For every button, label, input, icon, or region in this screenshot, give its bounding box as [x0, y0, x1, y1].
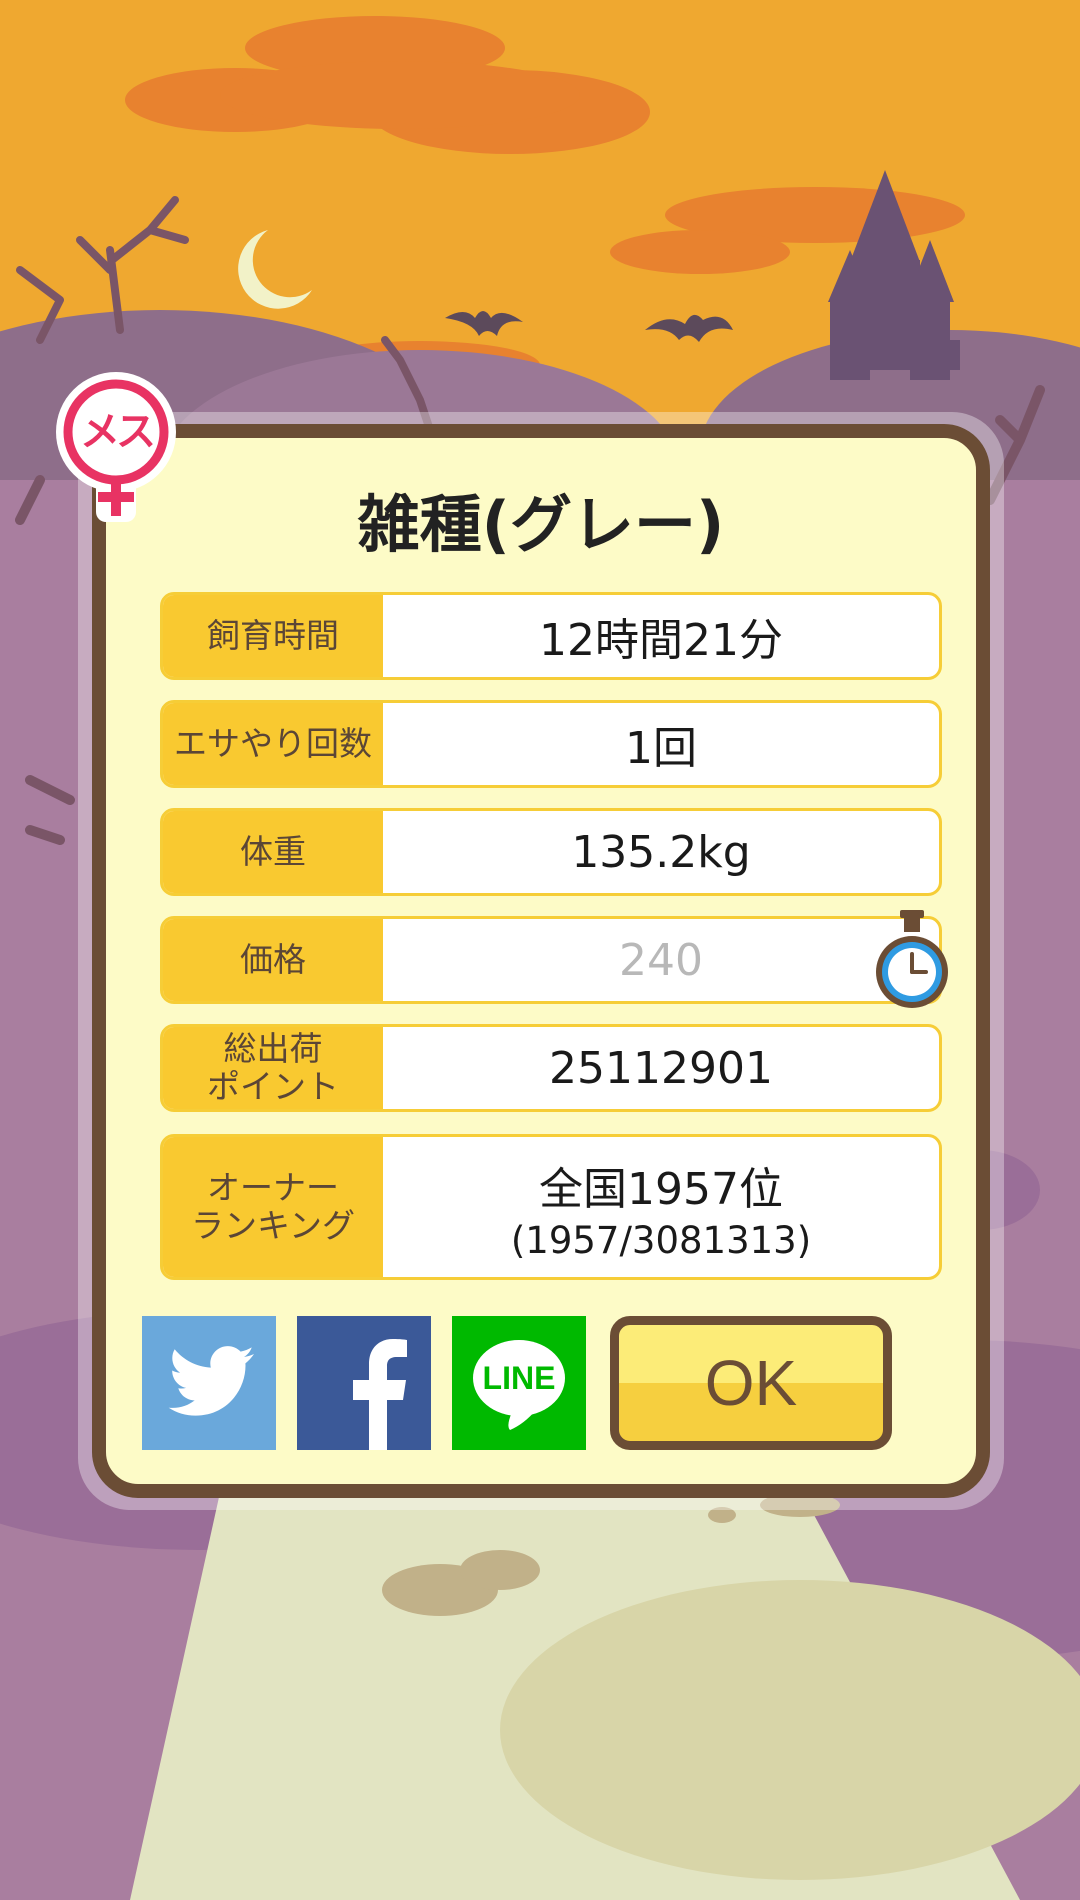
stat-value: 135.2kg	[571, 826, 751, 878]
gender-badge: メス	[52, 372, 180, 522]
stat-label: 体重	[163, 811, 383, 893]
svg-text:LINE: LINE	[483, 1360, 556, 1396]
pet-breed-title: 雑種(グレー)	[357, 488, 725, 561]
stat-label: オーナー ランキング	[163, 1137, 383, 1277]
line-share-button[interactable]: LINE	[452, 1316, 586, 1450]
stat-row-price: 価格 240	[160, 916, 942, 1004]
stat-row-weight: 体重 135.2kg	[160, 808, 942, 896]
stat-row-total-points: 総出荷 ポイント 25112901	[160, 1024, 942, 1112]
pet-info-dialog: 雑種(グレー) 飼育時間 12時間21分 エサやり回数 1回 体重 135.2k…	[92, 424, 990, 1498]
stat-value: 25112901	[549, 1042, 773, 1094]
stat-label: 総出荷 ポイント	[163, 1027, 383, 1109]
stat-label: 飼育時間	[163, 595, 383, 677]
stat-label: 価格	[163, 919, 383, 1001]
stat-value: 12時間21分	[539, 615, 783, 666]
facebook-share-button[interactable]	[297, 1316, 431, 1450]
stopwatch-icon[interactable]	[872, 908, 952, 1012]
stat-value: 1回	[625, 723, 697, 774]
gender-label: メス	[80, 409, 156, 455]
stat-value: 240	[619, 934, 703, 986]
stat-row-owner-ranking: オーナー ランキング 全国1957位 (1957/3081313)	[160, 1134, 942, 1280]
twitter-share-button[interactable]	[142, 1316, 276, 1450]
stat-label: エサやり回数	[163, 703, 383, 785]
ranking-value: 全国1957位	[539, 1163, 783, 1215]
ok-button[interactable]: OK	[610, 1316, 892, 1450]
stat-value: 全国1957位 (1957/3081313)	[383, 1137, 939, 1277]
ranking-detail: (1957/3081313)	[510, 1218, 812, 1262]
stat-row-feed-count: エサやり回数 1回	[160, 700, 942, 788]
stat-row-breeding-time: 飼育時間 12時間21分	[160, 592, 942, 680]
